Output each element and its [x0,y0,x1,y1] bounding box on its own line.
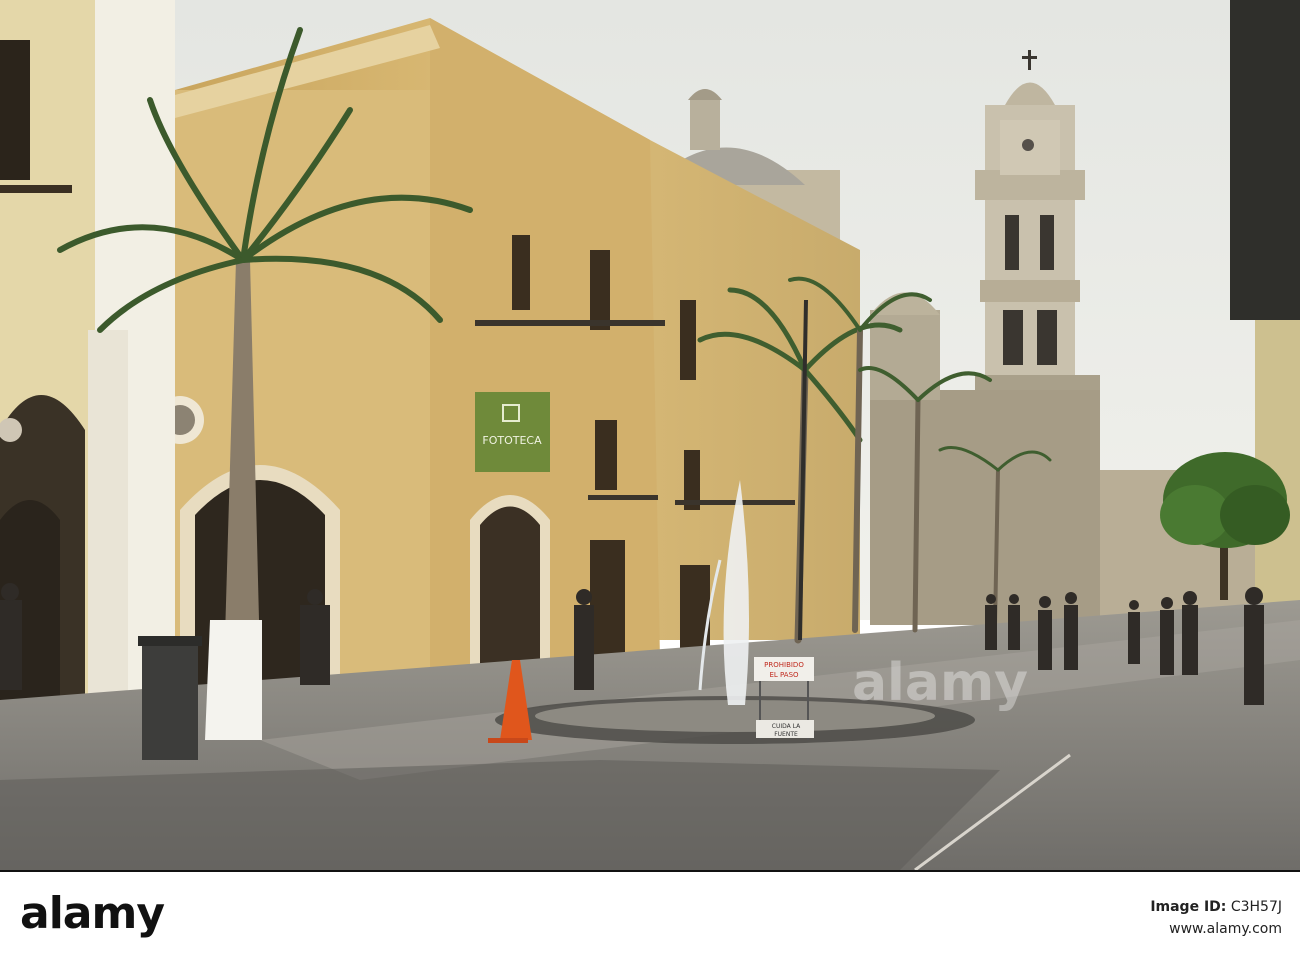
image-meta: Image ID: C3H57J www.alamy.com [1150,896,1282,941]
fototeca-sign-text: FOTOTECA [482,434,542,447]
stock-footer: alamy Image ID: C3H57J www.alamy.com [0,870,1300,960]
street-photo: FOTOTECA PROHIBIDO EL PASO CUIDA LA FUEN… [0,0,1300,870]
footer-divider [0,870,1300,872]
cuida-sign-line2: FUENTE [774,731,798,738]
stock-photo-page: FOTOTECA PROHIBIDO EL PASO CUIDA LA FUEN… [0,0,1300,960]
alamy-watermark: alamy [852,653,1028,713]
image-id: C3H57J [1230,899,1282,915]
prohibido-sign-line2: EL PASO [769,671,799,679]
prohibido-sign-line1: PROHIBIDO [764,661,804,669]
image-id-label: Image ID: [1150,899,1227,915]
cuida-sign-line1: CUIDA LA [772,723,801,730]
fototeca-sign: FOTOTECA [475,392,550,472]
trash-bin [142,640,198,760]
cathedral-nave [870,390,1100,625]
alamy-logo-text: alamy [20,888,165,939]
alamy-logo: alamy [20,888,165,939]
alamy-site: www.alamy.com [1169,921,1282,938]
